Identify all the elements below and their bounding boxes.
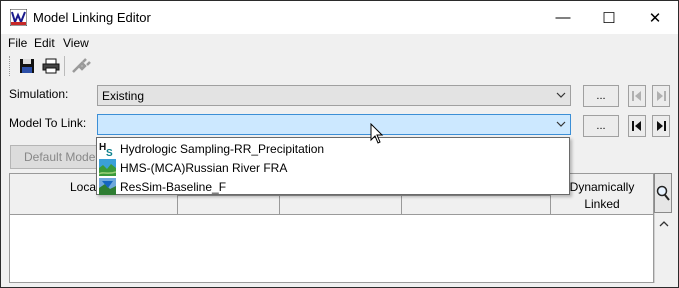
close-button[interactable]: ✕ <box>632 1 678 34</box>
model-linking-editor-window: Model Linking Editor — ☐ ✕ File Edit Vie… <box>0 0 679 288</box>
chevron-down-icon <box>556 121 566 127</box>
dropdown-item-label: HMS-(MCA)Russian River FRA <box>120 161 288 175</box>
floppy-disk-icon <box>20 59 34 73</box>
print-button[interactable] <box>41 56 61 76</box>
dropdown-item-label: ResSim-Baseline_F <box>120 180 227 194</box>
step-forward-icon <box>657 121 666 131</box>
model-browse-button[interactable]: ... <box>583 115 619 137</box>
hs-model-icon: H S <box>99 140 116 157</box>
menu-view[interactable]: View <box>63 36 89 50</box>
menu-file[interactable]: File <box>8 36 27 50</box>
dropdown-item-label: Hydrologic Sampling-RR_Precipitation <box>120 142 325 156</box>
dropdown-item-ressim-baseline[interactable]: ResSim-Baseline_F <box>98 177 568 196</box>
dropdown-item-hms-russian-river[interactable]: HMS-(MCA)Russian River FRA <box>98 158 568 177</box>
simulation-select[interactable]: Existing <box>97 85 571 106</box>
toolbar-separator <box>64 56 65 76</box>
app-logo-icon <box>10 9 27 26</box>
magnifier-icon <box>656 185 670 201</box>
toolbar-grip <box>9 56 12 76</box>
model-prev-button[interactable] <box>628 115 646 137</box>
mouse-cursor-icon <box>370 123 384 144</box>
menu-edit[interactable]: Edit <box>34 36 55 50</box>
step-back-icon <box>632 91 641 101</box>
step-forward-icon <box>657 91 666 101</box>
dropdown-item-hydrologic-sampling[interactable]: H S Hydrologic Sampling-RR_Precipitation <box>98 139 568 158</box>
toolbar <box>1 52 678 80</box>
simulation-prev-button[interactable] <box>628 85 646 107</box>
menu-bar: File Edit View <box>1 34 678 52</box>
simulation-browse-button[interactable]: ... <box>583 85 619 107</box>
model-to-link-select[interactable] <box>97 114 571 135</box>
maximize-button[interactable]: ☐ <box>586 1 632 34</box>
step-back-icon <box>632 121 641 131</box>
simulation-label: Simulation: <box>9 87 69 101</box>
hms-model-icon <box>99 159 116 176</box>
link-plug-icon <box>72 58 91 73</box>
header-location-label: Loca <box>70 180 97 194</box>
simulation-next-button[interactable] <box>652 85 670 107</box>
model-dropdown-list: H S Hydrologic Sampling-RR_Precipitation… <box>96 137 570 195</box>
printer-icon <box>42 58 60 74</box>
model-to-link-label: Model To Link: <box>9 116 87 130</box>
save-button[interactable] <box>17 56 37 76</box>
scroll-up-arrow-icon[interactable] <box>659 220 669 227</box>
minimize-button[interactable]: — <box>540 1 586 34</box>
link-button[interactable] <box>71 56 91 76</box>
search-button[interactable] <box>654 173 672 213</box>
chevron-down-icon <box>556 92 566 98</box>
ressim-model-icon <box>99 178 116 195</box>
svg-text:S: S <box>106 148 113 157</box>
window-title: Model Linking Editor <box>33 10 151 25</box>
title-bar: Model Linking Editor — ☐ ✕ <box>1 1 678 34</box>
default-model-button[interactable]: Default Mode <box>10 145 102 169</box>
simulation-value: Existing <box>102 89 145 103</box>
model-next-button[interactable] <box>652 115 670 137</box>
